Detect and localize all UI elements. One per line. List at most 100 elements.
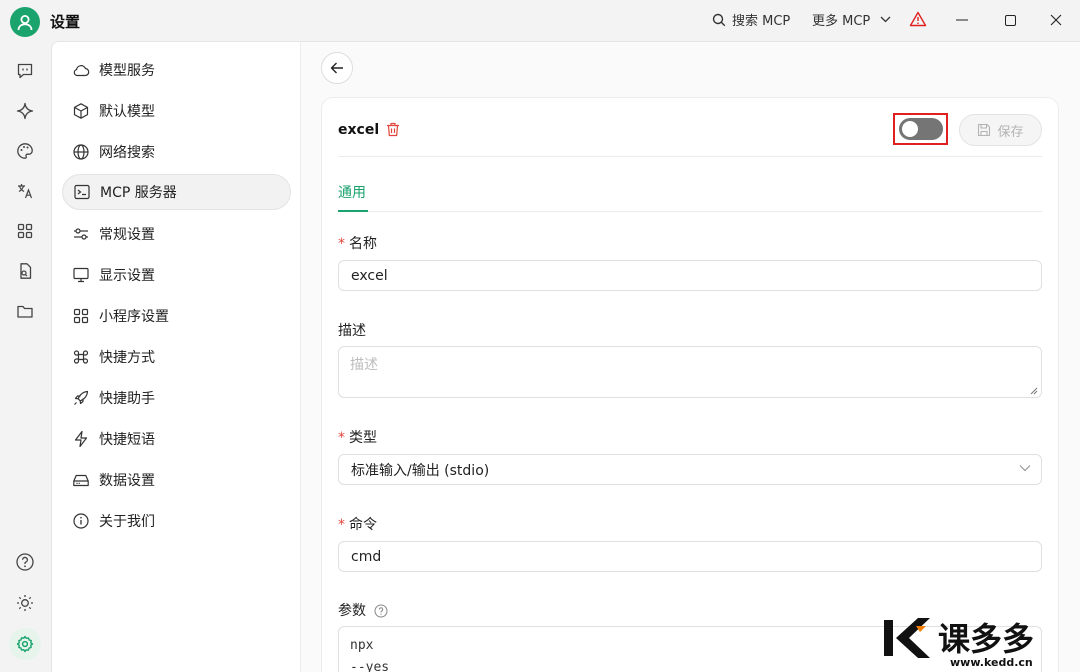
nav-item-shortcuts[interactable]: 快捷方式 [62,339,291,375]
command-icon [72,348,90,366]
save-icon [978,123,991,137]
args-label-text: 参数 [338,603,366,619]
name-label-text: 名称 [349,236,377,252]
name-field[interactable]: excel [338,260,1042,291]
toggle-knob [901,121,918,137]
nav-item-label: 常规设置 [99,227,155,243]
command-field[interactable]: cmd [338,541,1042,572]
warning-icon [909,11,927,27]
type-select-value: 标准输入/输出 (stdio) [351,462,490,479]
args-line: npx [350,638,374,653]
search-mcp-label: 搜索 MCP [732,14,791,29]
args-label: 参数 [338,600,388,620]
save-label: 保存 [997,124,1024,140]
nav-item-label: 小程序设置 [99,309,169,325]
required-mark: * [338,517,345,533]
translate-icon [18,184,33,199]
delete-button[interactable] [386,122,400,141]
server-enable-toggle[interactable] [898,118,943,140]
save-button[interactable]: 保存 [959,114,1042,146]
nav-item-label: MCP 服务器 [100,185,177,201]
rail-agents-button[interactable] [13,99,37,123]
more-mcp-label: 更多 MCP [812,14,871,29]
grid-icon [72,307,90,325]
nav-item-default-model[interactable]: 默认模型 [62,93,291,129]
nav-item-web-search[interactable]: 网络搜索 [62,134,291,170]
description-label: 描述 [338,323,366,339]
resize-handle-icon[interactable] [1030,387,1038,395]
nav-item-label: 默认模型 [99,104,155,120]
rail-apps-button[interactable] [13,219,37,243]
monitor-icon [72,266,90,284]
nav-item-display-settings[interactable]: 显示设置 [62,257,291,293]
nav-item-general-settings[interactable]: 常规设置 [62,216,291,252]
close-button[interactable] [1046,10,1066,30]
rail-folder-button[interactable] [13,299,37,323]
settings-nav: 模型服务 默认模型 网络搜索 MCP 服务器 常规设置 显示设置 小程序设置 快… [51,41,301,672]
user-icon [17,15,33,31]
sliders-icon [72,225,90,243]
app-window: 设置 搜索 MCP 更多 MCP 模型服务 默认模型 网络搜索 MCP 服务器 … [0,0,1080,672]
command-label-text: 命令 [349,517,377,533]
search-icon [712,13,726,26]
nav-item-label: 数据设置 [99,473,155,489]
nav-item-about-us[interactable]: 关于我们 [62,503,291,539]
nav-item-model-service[interactable]: 模型服务 [62,52,291,88]
minimize-icon [956,19,968,21]
main-panel: excel 保存 通用 *名称 excel 描述 描述 *类型 标准输入/输 [301,41,1080,672]
rail-files-button[interactable] [13,259,37,283]
args-field[interactable]: npx --yes [338,626,1042,672]
back-button[interactable] [321,52,353,84]
type-select[interactable]: 标准输入/输出 (stdio) [338,454,1042,485]
nav-item-data-settings[interactable]: 数据设置 [62,462,291,498]
nav-item-label: 显示设置 [99,268,155,284]
trash-icon [387,122,399,137]
type-label-text: 类型 [349,430,377,446]
chat-icon [17,63,33,79]
required-mark: * [338,430,345,446]
server-name: excel [338,122,380,138]
tab-general[interactable]: 通用 [338,182,366,202]
chevron-down-icon [1019,465,1031,472]
nav-item-label: 网络搜索 [99,145,155,161]
rail-translate-button[interactable] [13,179,37,203]
title-bar: 设置 搜索 MCP 更多 MCP [0,0,1080,41]
nav-item-label: 快捷助手 [99,391,155,407]
close-icon [1050,14,1062,26]
rail-theme-button[interactable] [13,591,37,615]
globe-icon [72,143,90,161]
hard-drive-icon [72,471,90,489]
description-field[interactable]: 描述 [338,346,1042,398]
warning-button[interactable] [909,11,927,31]
zap-icon [72,430,90,448]
rail-chat-button[interactable] [13,59,37,83]
files-icon [20,263,32,279]
highlight-box [893,113,948,145]
theme-icon [17,595,33,611]
maximize-button[interactable] [1000,10,1020,30]
args-line: --yes [350,660,390,672]
apps-grid-icon [17,223,33,239]
nav-item-quick-assistant[interactable]: 快捷助手 [62,380,291,416]
more-mcp-dropdown[interactable]: 更多 MCP [812,10,891,29]
search-mcp-button[interactable]: 搜索 MCP [712,10,790,29]
command-label: * 命令 [338,514,377,534]
nav-item-miniapp-settings[interactable]: 小程序设置 [62,298,291,334]
nav-item-quick-phrases[interactable]: 快捷短语 [62,421,291,457]
rocket-icon [72,389,90,407]
minimize-button[interactable] [952,10,972,30]
rail-settings-button[interactable] [9,628,41,660]
nav-item-mcp-servers[interactable]: MCP 服务器 [62,174,291,210]
nav-item-label: 关于我们 [99,514,155,530]
terminal-icon [73,183,91,201]
required-mark: * [338,236,345,252]
question-icon[interactable] [374,604,388,618]
rail-paint-button[interactable] [13,139,37,163]
avatar[interactable] [10,7,40,37]
info-icon [72,512,90,530]
cube-icon [72,102,90,120]
tab-active-indicator [338,210,368,212]
help-icon [16,553,34,571]
settings-icon [16,635,34,653]
rail-help-button[interactable] [13,550,37,574]
